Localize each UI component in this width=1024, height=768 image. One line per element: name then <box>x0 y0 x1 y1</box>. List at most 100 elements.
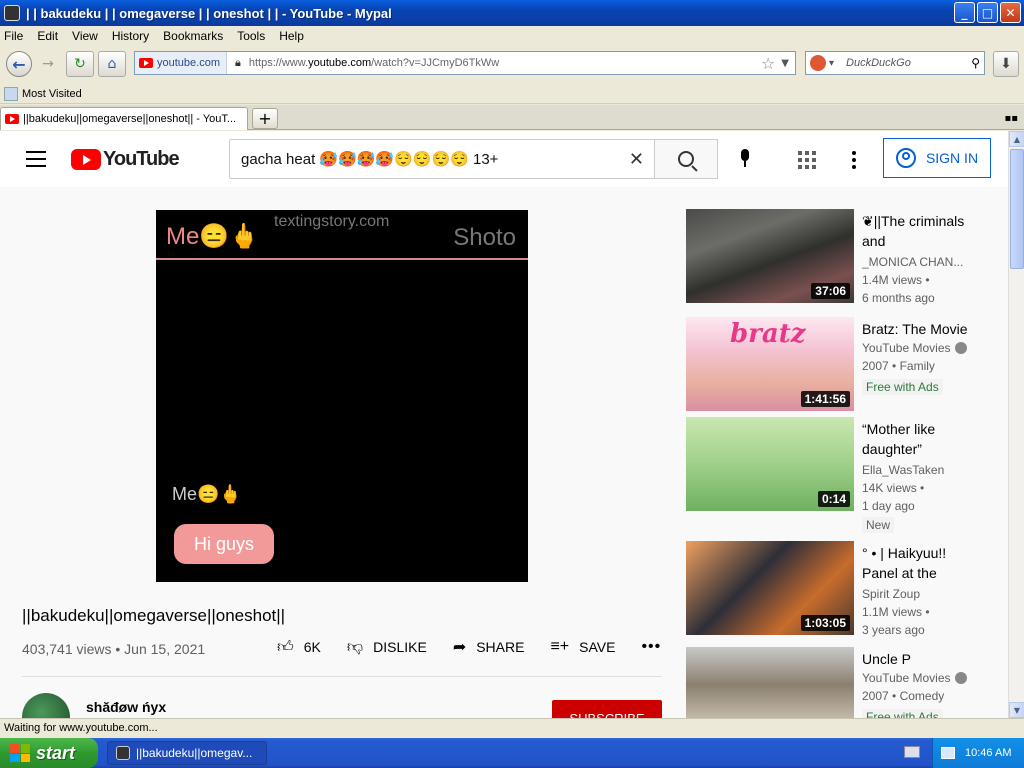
bookmark-star-icon[interactable]: ☆ <box>761 54 775 73</box>
video-meta: 403,741 views • Jun 15, 2021 <box>22 641 206 657</box>
youtube-search-button[interactable] <box>655 139 718 179</box>
thumbs-down-icon: 👎︎ <box>346 638 364 656</box>
start-button[interactable]: start <box>0 738 98 768</box>
channel-name[interactable]: shăđøw ńyx <box>86 699 166 715</box>
search-icon <box>678 151 694 167</box>
recommendation-channel[interactable]: Spirit Zoup <box>862 587 974 601</box>
download-arrow-icon: ⬇ <box>1000 56 1012 72</box>
video-thumbnail[interactable] <box>686 647 854 718</box>
chat-sender-label: Me😑🖕 <box>172 484 242 504</box>
vertical-scrollbar[interactable]: ▲ ▼ <box>1008 131 1024 718</box>
url-text[interactable]: https://www.youtube.com/watch?v=JJCmyD6T… <box>249 57 761 69</box>
menu-bookmarks[interactable]: Bookmarks <box>163 29 223 43</box>
mypal-app-icon <box>4 5 20 21</box>
free-with-ads-badge: Free with Ads <box>862 709 943 718</box>
menu-edit[interactable]: Edit <box>37 29 58 43</box>
dislike-button[interactable]: 👎︎ DISLIKE <box>347 638 427 657</box>
settings-kebab-icon[interactable] <box>852 151 856 172</box>
video-duration: 1:41:56 <box>800 391 850 407</box>
tab-overflow-icon[interactable]: ▪▪ <box>1004 113 1018 124</box>
video-thumbnail[interactable]: 0:14 <box>686 417 854 511</box>
duckduckgo-icon[interactable] <box>810 55 826 71</box>
save-button[interactable]: ≡+ SAVE <box>550 638 615 656</box>
scroll-down-icon[interactable]: ▼ <box>1009 702 1024 718</box>
taskbar-item-browser[interactable]: ||bakudeku||omegav... <box>107 741 267 765</box>
like-count: 6K <box>303 639 321 655</box>
maximize-button[interactable]: □ <box>977 2 998 23</box>
menu-view[interactable]: View <box>72 29 98 43</box>
thumbnail-logo-text: bratz <box>730 319 806 349</box>
reload-button[interactable]: ↻ <box>66 51 94 77</box>
back-button[interactable]: ← <box>6 51 32 77</box>
bookmark-most-visited[interactable]: Most Visited <box>22 88 82 100</box>
subscribe-button[interactable]: SUBSCRIBE <box>552 700 662 718</box>
scroll-up-icon[interactable]: ▲ <box>1009 131 1024 147</box>
recommendation-title[interactable]: Uncle P <box>862 649 974 669</box>
reload-icon: ↻ <box>74 56 86 72</box>
plus-icon: + <box>258 109 272 128</box>
new-tab-button[interactable]: + <box>252 108 278 129</box>
recommendation-views: 1.1M views • <box>862 605 930 619</box>
video-thumbnail[interactable]: 37:06 <box>686 209 854 303</box>
channel-avatar[interactable] <box>22 693 70 718</box>
downloads-button[interactable]: ⬇ <box>993 51 1019 77</box>
thumbs-up-icon: 👍︎ <box>277 638 294 656</box>
recommendation-channel[interactable]: _MONICA CHAN... <box>862 255 974 269</box>
menu-file[interactable]: File <box>4 29 23 43</box>
recommendation-title[interactable]: ❦||The criminals and <box>862 211 974 251</box>
recommendation-channel[interactable]: YouTube Movies <box>862 341 1002 355</box>
recommendation-title[interactable]: “Mother like daughter” <box>862 419 974 459</box>
divider <box>22 676 662 677</box>
video-player[interactable]: Me😑🖕 textingstory.com Shoto Me😑🖕 Hi guys <box>156 210 528 582</box>
sign-in-button[interactable]: SIGN IN <box>883 138 991 178</box>
clear-search-icon[interactable]: ✕ <box>629 149 644 170</box>
recommendation-item[interactable]: 0:14 “Mother like daughter” Ella_WasTake… <box>686 417 1008 533</box>
microphone-icon[interactable] <box>738 149 752 171</box>
close-button[interactable]: ✕ <box>1000 2 1021 23</box>
site-identity-chip[interactable]: youtube.com <box>135 52 227 74</box>
scrollbar-thumb[interactable] <box>1010 149 1024 269</box>
minimize-button[interactable]: _ <box>954 2 975 23</box>
recommendation-item[interactable]: Uncle P YouTube Movies 2007 • Comedy Fre… <box>686 647 1008 718</box>
windows-flag-icon <box>10 744 30 762</box>
recommendation-title[interactable]: Bratz: The Movie <box>862 319 992 339</box>
search-icon[interactable]: ⚲ <box>971 56 980 70</box>
hamburger-menu-icon[interactable] <box>26 151 46 172</box>
menu-history[interactable]: History <box>112 29 149 43</box>
recommendation-views: 2007 • Family <box>862 359 935 373</box>
recommendation-item[interactable]: bratz 1:41:56 Bratz: The Movie YouTube M… <box>686 317 1008 417</box>
recommendation-item[interactable]: 1:03:05 ° • | Haikyuu!! Panel at the Spi… <box>686 541 1008 641</box>
youtube-search-input[interactable]: gacha heat 🥵🥵🥵🥵😌😌😌😌 13+ ✕ <box>229 139 655 179</box>
back-arrow-icon: ← <box>12 54 26 74</box>
url-bar[interactable]: youtube.com 🔒︎ https://www.youtube.com/w… <box>134 51 796 75</box>
recommendation-item[interactable]: 37:06 ❦||The criminals and _MONICA CHAN.… <box>686 209 1008 309</box>
video-thumbnail[interactable]: bratz 1:41:56 <box>686 317 854 411</box>
youtube-logo[interactable]: YouTube <box>71 148 180 171</box>
share-button[interactable]: ➦ SHARE <box>453 637 525 657</box>
free-with-ads-badge: Free with Ads <box>862 379 943 395</box>
home-button[interactable]: ⌂ <box>98 51 126 77</box>
network-icon[interactable] <box>941 747 955 759</box>
youtube-favicon-icon <box>139 58 153 68</box>
search-engine-dropdown-icon[interactable]: ▾ <box>829 58 834 69</box>
menu-help[interactable]: Help <box>279 29 304 43</box>
page-viewport: YouTube gacha heat 🥵🥵🥵🥵😌😌😌😌 13+ ✕ SIGN I… <box>0 131 1008 718</box>
clock[interactable]: 10:46 AM <box>965 747 1011 759</box>
url-dropdown-icon[interactable]: ▼ <box>781 58 789 69</box>
site-chip-label: youtube.com <box>157 57 220 69</box>
tab-active[interactable]: ||bakudeku||omegaverse||oneshot|| - YouT… <box>0 107 248 130</box>
menu-tools[interactable]: Tools <box>237 29 265 43</box>
video-thumbnail[interactable]: 1:03:05 <box>686 541 854 635</box>
like-button[interactable]: 👍︎ 6K <box>277 638 321 657</box>
web-search-box[interactable]: ▾ DuckDuckGo ⚲ <box>805 51 985 75</box>
apps-grid-icon[interactable] <box>798 151 816 169</box>
recommendation-channel[interactable]: Ella_WasTaken <box>862 463 974 477</box>
recommendation-title[interactable]: ° • | Haikyuu!! Panel at the <box>862 543 974 583</box>
keyboard-layout-icon[interactable] <box>904 746 920 758</box>
recommendation-channel[interactable]: YouTube Movies <box>862 671 1002 685</box>
new-badge: New <box>862 517 895 533</box>
tab-strip: ||bakudeku||omegaverse||oneshot|| - YouT… <box>0 105 1024 130</box>
more-actions-button[interactable]: ••• <box>641 638 661 656</box>
forward-button[interactable]: → <box>34 51 62 77</box>
system-tray: 10:46 AM <box>932 738 1024 768</box>
